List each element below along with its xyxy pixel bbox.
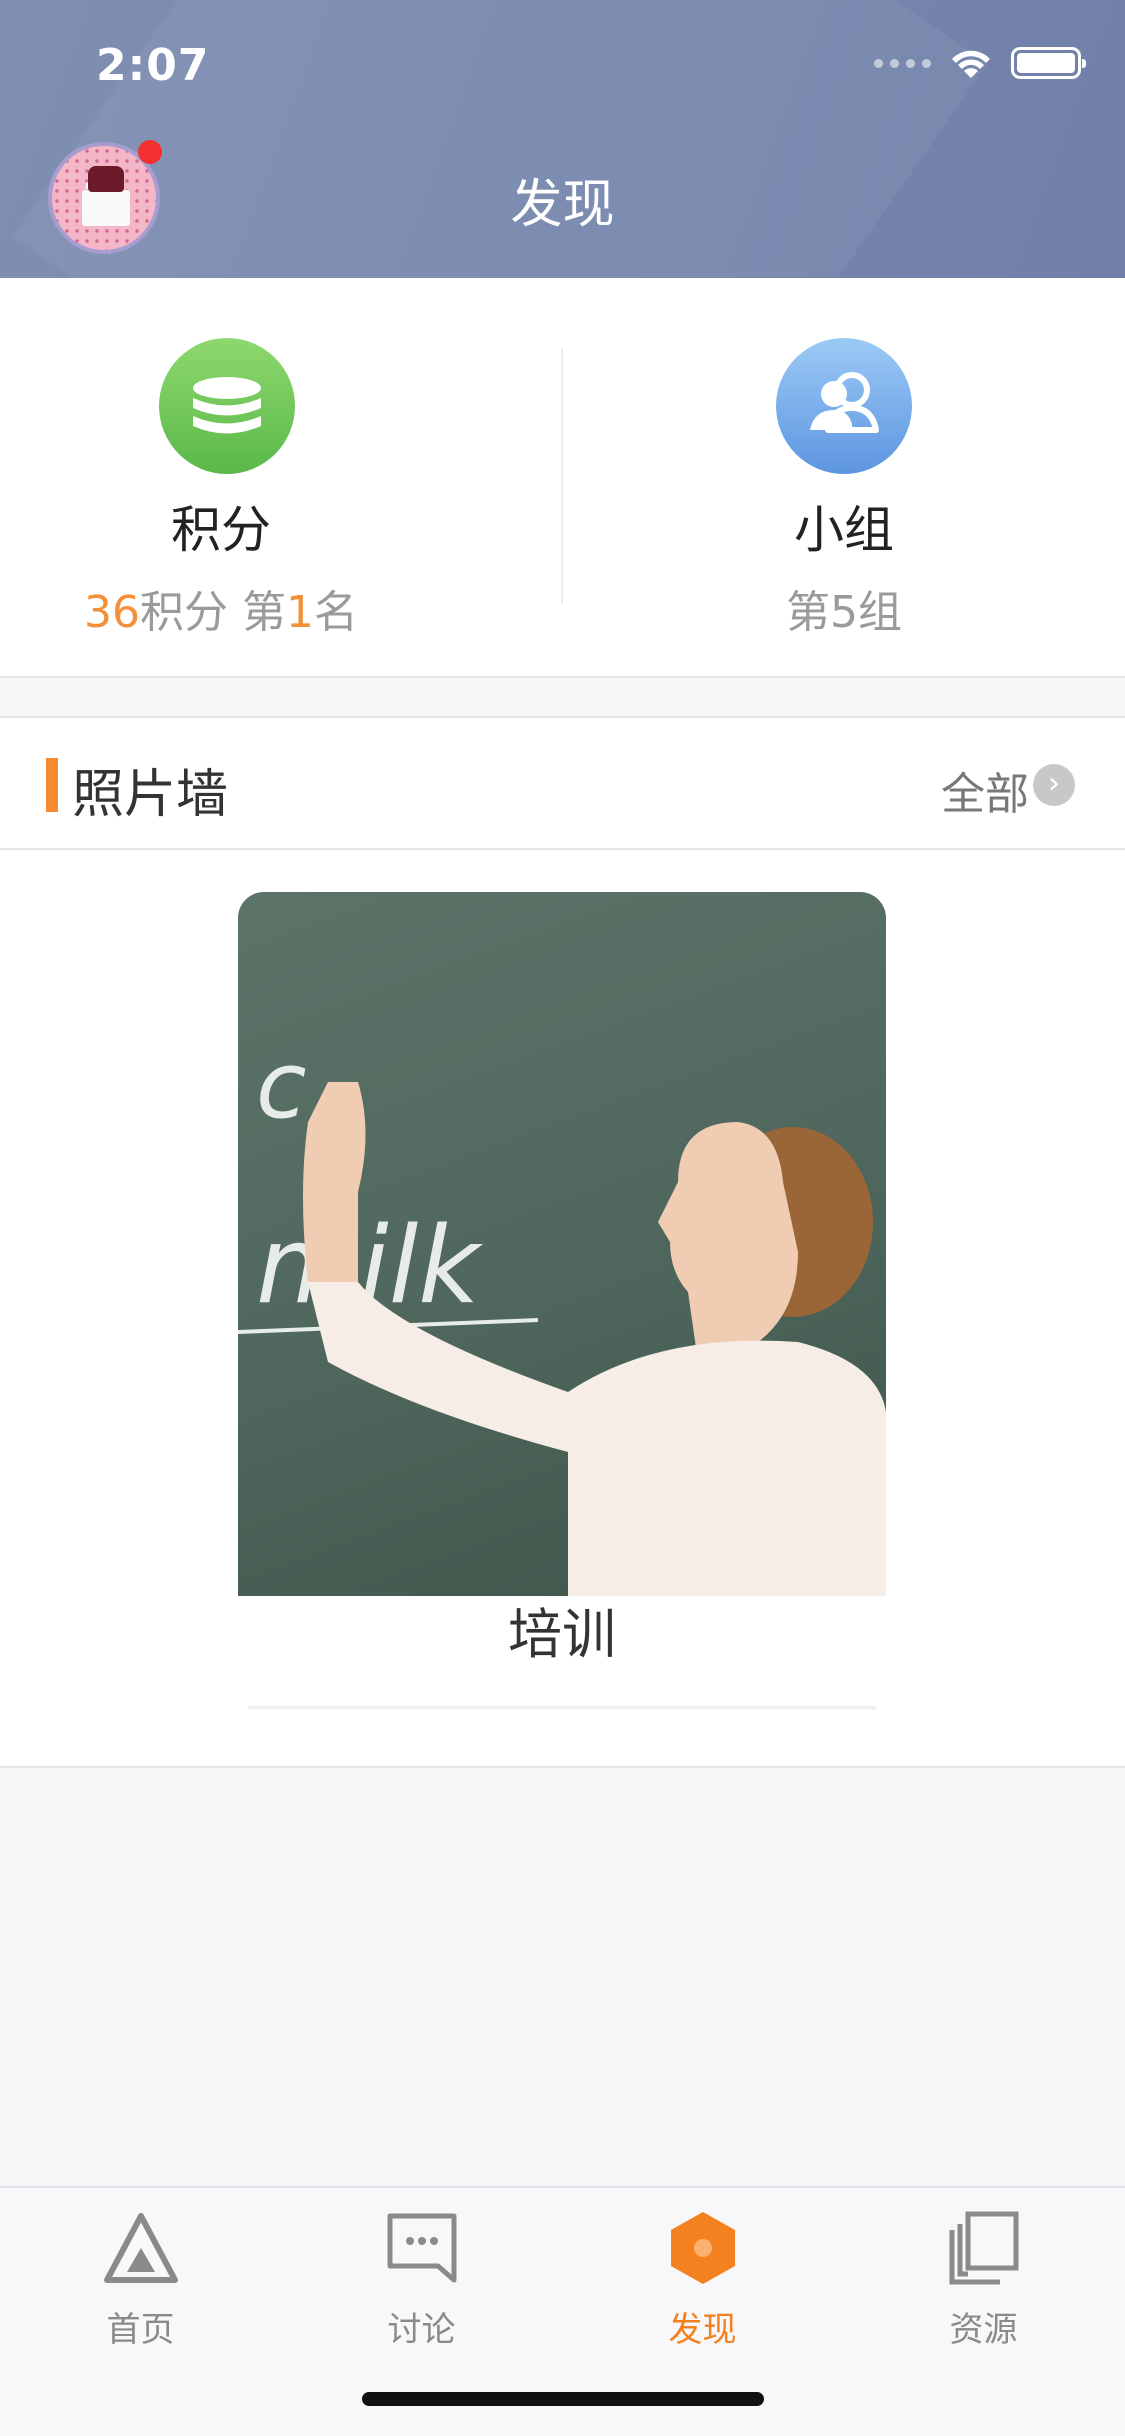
card-shadow [248, 1706, 876, 1710]
group-card[interactable]: 小组 第5组 [563, 278, 1125, 678]
photo-wall-header: 照片墙 全部 › [0, 716, 1125, 850]
status-icons [874, 46, 1086, 80]
status-time: 2:07 [96, 40, 210, 91]
documents-icon [944, 2208, 1024, 2288]
notification-dot [138, 140, 162, 164]
section-accent-bar [46, 758, 58, 812]
points-card[interactable]: 积分 36积分 第1名 [0, 278, 562, 678]
photo-card[interactable]: c milk [238, 892, 886, 1596]
battery-icon [1011, 47, 1086, 79]
svg-text:c: c [256, 1032, 307, 1139]
photo-wall-title: 照片墙 [72, 765, 229, 825]
hexagon-icon [663, 2208, 743, 2288]
chat-bubble-icon [382, 2208, 462, 2288]
page-title: 发现 [510, 175, 615, 235]
tab-discover[interactable]: 发现 [562, 2208, 843, 2351]
home-triangle-icon [101, 2208, 181, 2288]
photo-wall-content: c milk 培训 [0, 850, 1125, 1768]
tab-discuss-label: 讨论 [387, 2310, 456, 2350]
tab-home[interactable]: 首页 [0, 2208, 281, 2351]
group-icon [776, 338, 912, 474]
home-indicator[interactable] [362, 2392, 764, 2406]
stats-panel: 积分 36积分 第1名 小组 第5组 [0, 278, 1125, 678]
view-all-link[interactable]: 全部 [941, 758, 1029, 822]
tab-resources[interactable]: 资源 [843, 2208, 1124, 2351]
tab-discuss[interactable]: 讨论 [281, 2208, 562, 2351]
chevron-right-icon[interactable]: › [1033, 764, 1075, 806]
group-label: 小组 [794, 501, 894, 559]
coins-icon [159, 338, 295, 474]
tab-discover-label: 发现 [668, 2310, 737, 2350]
signal-icon [874, 58, 931, 68]
points-label: 积分 [171, 501, 271, 559]
points-summary: 36积分 第1名 [84, 587, 358, 638]
tab-resources-label: 资源 [949, 2310, 1018, 2350]
photo-thumbnail[interactable]: c milk [238, 892, 886, 1596]
tab-home-label: 首页 [106, 2310, 175, 2350]
photo-caption: 培训 [508, 1603, 616, 1666]
wifi-icon [952, 50, 990, 78]
nav-header: 2:07 发现 [0, 0, 1125, 278]
group-value: 第5组 [786, 587, 902, 638]
